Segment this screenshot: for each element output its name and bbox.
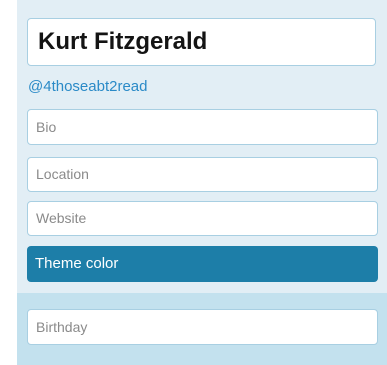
birthday-field[interactable]: Birthday <box>27 309 378 345</box>
location-field[interactable]: Location <box>27 157 378 192</box>
bio-field[interactable]: Bio <box>27 109 378 145</box>
theme-color-button[interactable]: Theme color <box>27 246 378 282</box>
website-field[interactable]: Website <box>27 201 378 236</box>
username-handle: @4thoseabt2read <box>28 78 148 95</box>
name-field[interactable]: Kurt Fitzgerald <box>27 18 376 66</box>
